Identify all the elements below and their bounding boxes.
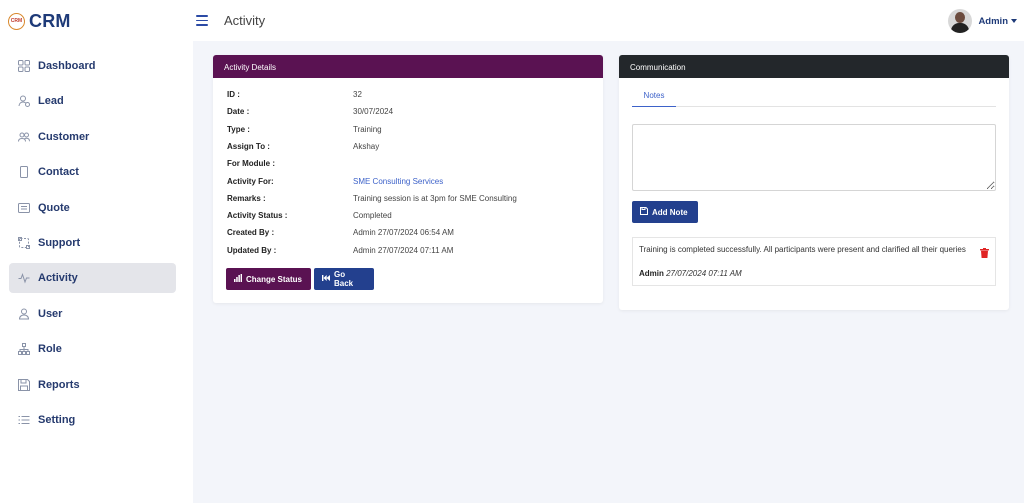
- logo-mark: CRM: [8, 12, 25, 30]
- detail-value: Admin 27/07/2024 07:11 AM: [353, 245, 454, 255]
- card-title: Activity Details: [213, 55, 603, 78]
- note-item: Training is completed successfully. All …: [632, 237, 996, 286]
- bar-chart-icon: [234, 274, 242, 284]
- user-plus-icon: [18, 95, 30, 108]
- app-logo[interactable]: CRM CRM: [8, 9, 71, 33]
- sidebar-item-user[interactable]: User: [9, 299, 176, 329]
- sidebar-item-label: Quote: [38, 201, 70, 214]
- phone-icon: [18, 166, 30, 179]
- detail-value: 30/07/2024: [353, 107, 394, 117]
- save-icon: [18, 378, 30, 391]
- sidebar-item-support[interactable]: Support: [9, 228, 176, 258]
- chevron-down-icon: [1011, 19, 1017, 23]
- hierarchy-icon: [18, 343, 30, 356]
- detail-label: Updated By :: [227, 245, 277, 255]
- document-icon: [18, 202, 30, 214]
- sidebar-item-label: Support: [38, 236, 81, 249]
- detail-label: Date :: [227, 107, 250, 117]
- sidebar-item-dashboard[interactable]: Dashboard: [9, 51, 176, 81]
- detail-value: Admin 27/07/2024 06:54 AM: [353, 228, 454, 238]
- note-meta: Admin 27/07/2024 07:11 AM: [639, 269, 742, 278]
- detail-label: ID :: [227, 90, 240, 99]
- sidebar-nav: Dashboard Lead Customer Contact Quote Su…: [9, 51, 176, 440]
- notes-textarea[interactable]: [632, 124, 996, 191]
- tab-notes[interactable]: Notes: [632, 83, 676, 107]
- detail-label: Assign To :: [227, 141, 270, 151]
- add-note-label: Add Note: [652, 207, 688, 217]
- sidebar: CRM CRM Dashboard Lead Customer Contact …: [0, 0, 193, 503]
- list-icon: [18, 414, 30, 426]
- detail-label: Activity For:: [227, 176, 274, 186]
- sidebar-item-label: Reports: [38, 378, 80, 391]
- go-back-label: Go Back: [334, 270, 354, 288]
- change-status-button[interactable]: Change Status: [226, 268, 311, 290]
- users-icon: [18, 131, 30, 143]
- sidebar-item-label: Contact: [38, 166, 79, 179]
- activity-icon: [18, 272, 30, 284]
- detail-value: Completed: [353, 211, 392, 221]
- detail-label: For Module :: [227, 159, 275, 169]
- sidebar-item-activity[interactable]: Activity: [9, 263, 176, 294]
- sidebar-item-quote[interactable]: Quote: [9, 193, 176, 223]
- logo-text: CRM: [29, 10, 71, 31]
- support-icon: [18, 236, 30, 249]
- sidebar-item-label: Activity: [38, 272, 78, 285]
- note-timestamp: 27/07/2024 07:11 AM: [666, 269, 742, 278]
- detail-value: Training: [353, 124, 382, 134]
- page-title: Activity: [224, 13, 266, 28]
- user-menu[interactable]: Admin: [948, 9, 1017, 33]
- go-back-button[interactable]: Go Back: [314, 268, 374, 290]
- delete-note-icon[interactable]: [980, 245, 989, 258]
- communication-card: Communication Notes Add Note Training is…: [619, 55, 1009, 310]
- sidebar-item-reports[interactable]: Reports: [9, 370, 176, 400]
- detail-label: Remarks :: [227, 193, 266, 203]
- detail-value: 32: [353, 90, 362, 99]
- sidebar-item-label: Role: [38, 343, 62, 356]
- detail-value: Akshay: [353, 141, 380, 151]
- user-name: Admin: [978, 15, 1008, 27]
- detail-value: Training session is at 3pm for SME Consu…: [353, 193, 517, 203]
- add-note-button[interactable]: Add Note: [632, 201, 698, 223]
- communication-tabs: Notes: [632, 83, 996, 107]
- detail-label: Activity Status :: [227, 211, 288, 221]
- sidebar-item-contact[interactable]: Contact: [9, 157, 176, 187]
- sidebar-item-customer[interactable]: Customer: [9, 122, 176, 152]
- sidebar-item-label: Setting: [38, 413, 76, 426]
- sidebar-item-lead[interactable]: Lead: [9, 86, 176, 116]
- save-icon: [640, 207, 648, 217]
- grid-icon: [18, 60, 30, 72]
- avatar: [948, 9, 973, 33]
- activity-details-card: Activity Details ID : 32 Date : 30/07/20…: [213, 55, 603, 303]
- detail-label: Type :: [227, 124, 250, 134]
- sidebar-item-label: Dashboard: [38, 60, 96, 72]
- activity-for-link[interactable]: SME Consulting Services: [353, 177, 443, 186]
- sidebar-item-label: Lead: [38, 95, 64, 108]
- sidebar-item-label: User: [38, 307, 63, 320]
- menu-toggle-icon[interactable]: [196, 15, 208, 26]
- sidebar-item-setting[interactable]: Setting: [9, 405, 176, 435]
- card-title: Communication: [619, 55, 1009, 78]
- note-author: Admin: [639, 269, 667, 278]
- top-bar: Activity Admin: [193, 0, 1024, 41]
- skip-back-icon: [322, 274, 330, 284]
- note-text: Training is completed successfully. All …: [639, 245, 966, 254]
- sidebar-item-label: Customer: [38, 130, 90, 143]
- detail-label: Created By :: [227, 228, 275, 238]
- change-status-label: Change Status: [246, 274, 303, 284]
- sidebar-item-role[interactable]: Role: [9, 334, 176, 364]
- user-icon: [18, 308, 30, 320]
